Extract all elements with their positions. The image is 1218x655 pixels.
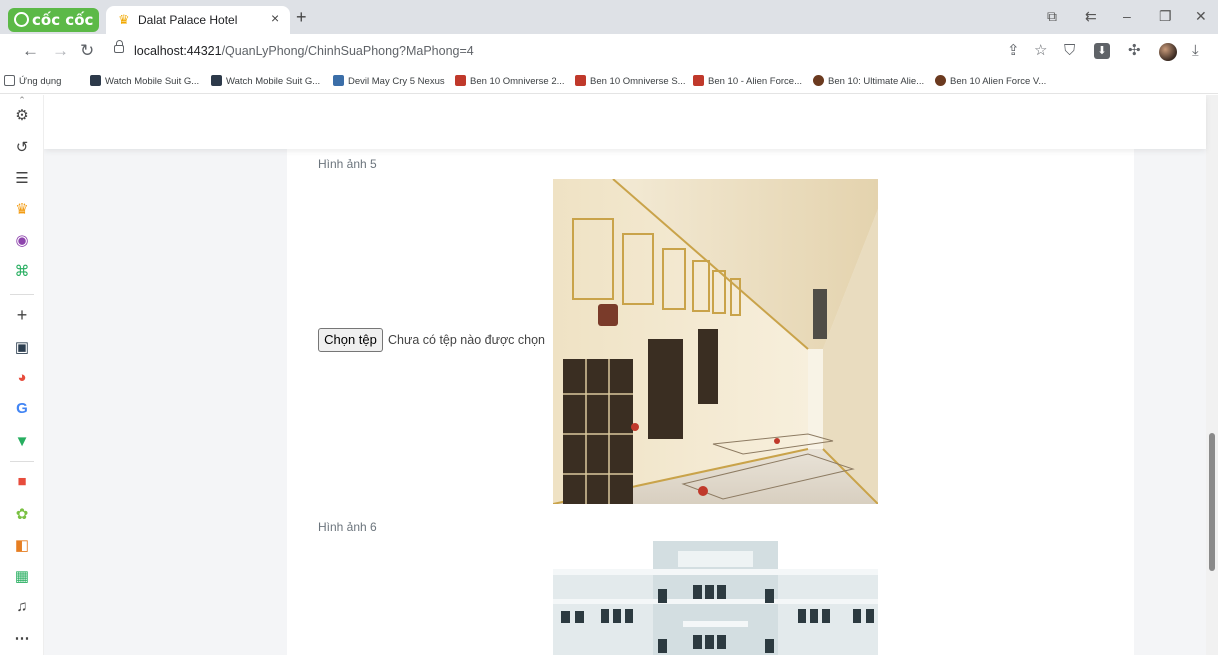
page-header-card <box>44 95 1206 149</box>
settings-icon[interactable]: ⚙ <box>12 106 32 126</box>
bookmark-item[interactable]: Watch Mobile Suit G... <box>211 75 320 87</box>
page-scrollbar[interactable] <box>1206 95 1218 655</box>
add-sidebar-app-icon[interactable]: + <box>12 305 32 325</box>
restore-icon[interactable]: ❐ <box>1159 8 1172 25</box>
bookmark-favicon-icon <box>211 75 222 86</box>
image5-label: Hình ảnh 5 <box>318 157 377 171</box>
room-image-5 <box>553 179 878 504</box>
spreadsheet-icon[interactable]: ▦ <box>12 567 32 587</box>
screenshot-icon[interactable]: ⧉ <box>1047 8 1057 25</box>
file-status-text: Chưa có tệp nào được chọn <box>388 333 545 347</box>
bookmark-label: Ben 10 Omniverse S... <box>590 76 686 87</box>
sidebar-collapse-icon[interactable]: ⌃ <box>12 95 32 105</box>
shopee-icon[interactable]: ■ <box>12 472 32 492</box>
apps-grid-icon <box>4 75 15 86</box>
bookmark-item[interactable]: Ben 10: Ultimate Alie... <box>813 75 924 87</box>
browser-sidebar: ⌃ ⚙ ↺ ☰ ♛ ◉ ⌘ + ▣ ◕ G ▼ ■ ✿ ◧ ▦ ♫ ⋯ <box>0 95 44 655</box>
bookmark-favicon-icon <box>935 75 946 86</box>
downloads-icon[interactable]: ⤓ <box>1192 43 1199 59</box>
sidebar-divider <box>10 294 34 295</box>
page-viewport: Hình ảnh 5 Chọn tệp Chưa có tệp nào được… <box>44 95 1218 655</box>
shopping-icon[interactable]: ◧ <box>12 536 32 556</box>
bookmark-favicon-icon <box>693 75 704 86</box>
minimize-icon[interactable]: – <box>1123 8 1131 24</box>
reload-icon[interactable]: ↻ <box>80 42 94 59</box>
bookmark-item[interactable]: Ben 10 - Alien Force... <box>693 75 802 87</box>
image6-label: Hình ảnh 6 <box>318 520 377 534</box>
google-icon[interactable]: G <box>12 399 32 419</box>
new-tab-button[interactable]: + <box>296 8 307 26</box>
rewards-icon[interactable]: ✿ <box>12 505 32 525</box>
bookmark-item[interactable]: Watch Mobile Suit G... <box>90 75 199 87</box>
bookmarks-bar: Ứng dụng Watch Mobile Suit G... Watch Mo… <box>0 70 1218 94</box>
bookmark-label: Ben 10 Omniverse 2... <box>470 76 565 87</box>
close-window-icon[interactable]: ✕ <box>1195 8 1207 25</box>
sidebar-divider <box>10 461 34 462</box>
extensions-puzzle-icon[interactable]: ✣ <box>1128 43 1141 59</box>
star-bookmark-icon[interactable]: ☆ <box>1034 43 1047 59</box>
bookmark-favicon-icon <box>333 75 344 86</box>
url-path: /QuanLyPhong/ChinhSuaPhong?MaPhong=4 <box>221 44 474 58</box>
bookmark-favicon-icon <box>455 75 466 86</box>
reading-list-icon[interactable]: ☰ <box>12 169 32 189</box>
bookmark-label: Ứng dụng <box>19 76 62 87</box>
tab-dalat-palace-hotel[interactable]: ♛ Dalat Palace Hotel × <box>106 6 290 34</box>
navigation-toolbar: ← → ↻ localhost:44321/QuanLyPhong/ChinhS… <box>0 34 1218 70</box>
bookmark-label: Watch Mobile Suit G... <box>226 76 321 87</box>
chrome-store-icon[interactable]: ◕ <box>12 368 32 388</box>
tab-strip: cốc cốc ♛ Dalat Palace Hotel × + ⧉ ⇇ – ❐… <box>0 0 1218 34</box>
tab-search-icon[interactable]: ⇇ <box>1085 8 1097 25</box>
url-host: localhost:44321 <box>134 44 222 58</box>
forward-icon[interactable]: → <box>52 42 69 59</box>
translate-icon[interactable]: ▼ <box>12 432 32 452</box>
nexus-icon[interactable]: ▣ <box>12 338 32 358</box>
bookmark-favicon-icon <box>90 75 101 86</box>
download-extension-icon[interactable]: ⬇ <box>1094 43 1110 59</box>
bookmark-label: Watch Mobile Suit G... <box>105 76 200 87</box>
page-left-column <box>106 149 278 655</box>
bookmark-item[interactable]: Ben 10 Omniverse S... <box>575 75 686 87</box>
choose-file-button[interactable]: Chọn tệp <box>318 328 383 352</box>
history-icon[interactable]: ↺ <box>12 138 32 158</box>
bookmark-favicon-icon <box>575 75 586 86</box>
messenger-icon[interactable]: ◉ <box>12 231 32 251</box>
profile-avatar[interactable] <box>1159 43 1177 61</box>
address-bar[interactable]: localhost:44321/QuanLyPhong/ChinhSuaPhon… <box>134 44 474 58</box>
notification-bell-icon[interactable]: ♫ <box>12 597 32 617</box>
bookmark-item[interactable]: Ben 10 Omniverse 2... <box>455 75 565 87</box>
game-controller-icon[interactable]: ⌘ <box>12 262 32 282</box>
coccoc-logo-icon <box>14 12 29 27</box>
share-icon[interactable]: ⇪ <box>1007 43 1020 59</box>
bookmark-apps[interactable]: Ứng dụng <box>4 75 61 87</box>
back-icon[interactable]: ← <box>22 42 39 59</box>
bookmark-favicon-icon <box>813 75 824 86</box>
shield-icon[interactable]: ⛉ <box>1064 43 1075 59</box>
bookmark-item[interactable]: Devil May Cry 5 Nexus <box>333 75 445 87</box>
coccoc-menu-button[interactable]: cốc cốc <box>8 8 99 32</box>
more-options-icon[interactable]: ⋯ <box>12 629 32 649</box>
bookmark-label: Ben 10 Alien Force V... <box>950 76 1047 87</box>
lock-icon[interactable] <box>114 40 124 53</box>
tab-title: Dalat Palace Hotel <box>138 13 238 27</box>
scrollbar-thumb[interactable] <box>1209 433 1215 571</box>
bookmark-item[interactable]: Ben 10 Alien Force V... <box>935 75 1046 87</box>
crown-icon[interactable]: ♛ <box>12 200 32 220</box>
bookmark-label: Ben 10 - Alien Force... <box>708 76 802 87</box>
tab-close-icon[interactable]: × <box>271 10 279 26</box>
room-image-6 <box>553 541 878 655</box>
brand-label: cốc cốc <box>32 11 94 29</box>
bookmark-label: Devil May Cry 5 Nexus <box>348 76 445 87</box>
bookmark-label: Ben 10: Ultimate Alie... <box>828 76 925 87</box>
crown-favicon-icon: ♛ <box>118 12 130 27</box>
